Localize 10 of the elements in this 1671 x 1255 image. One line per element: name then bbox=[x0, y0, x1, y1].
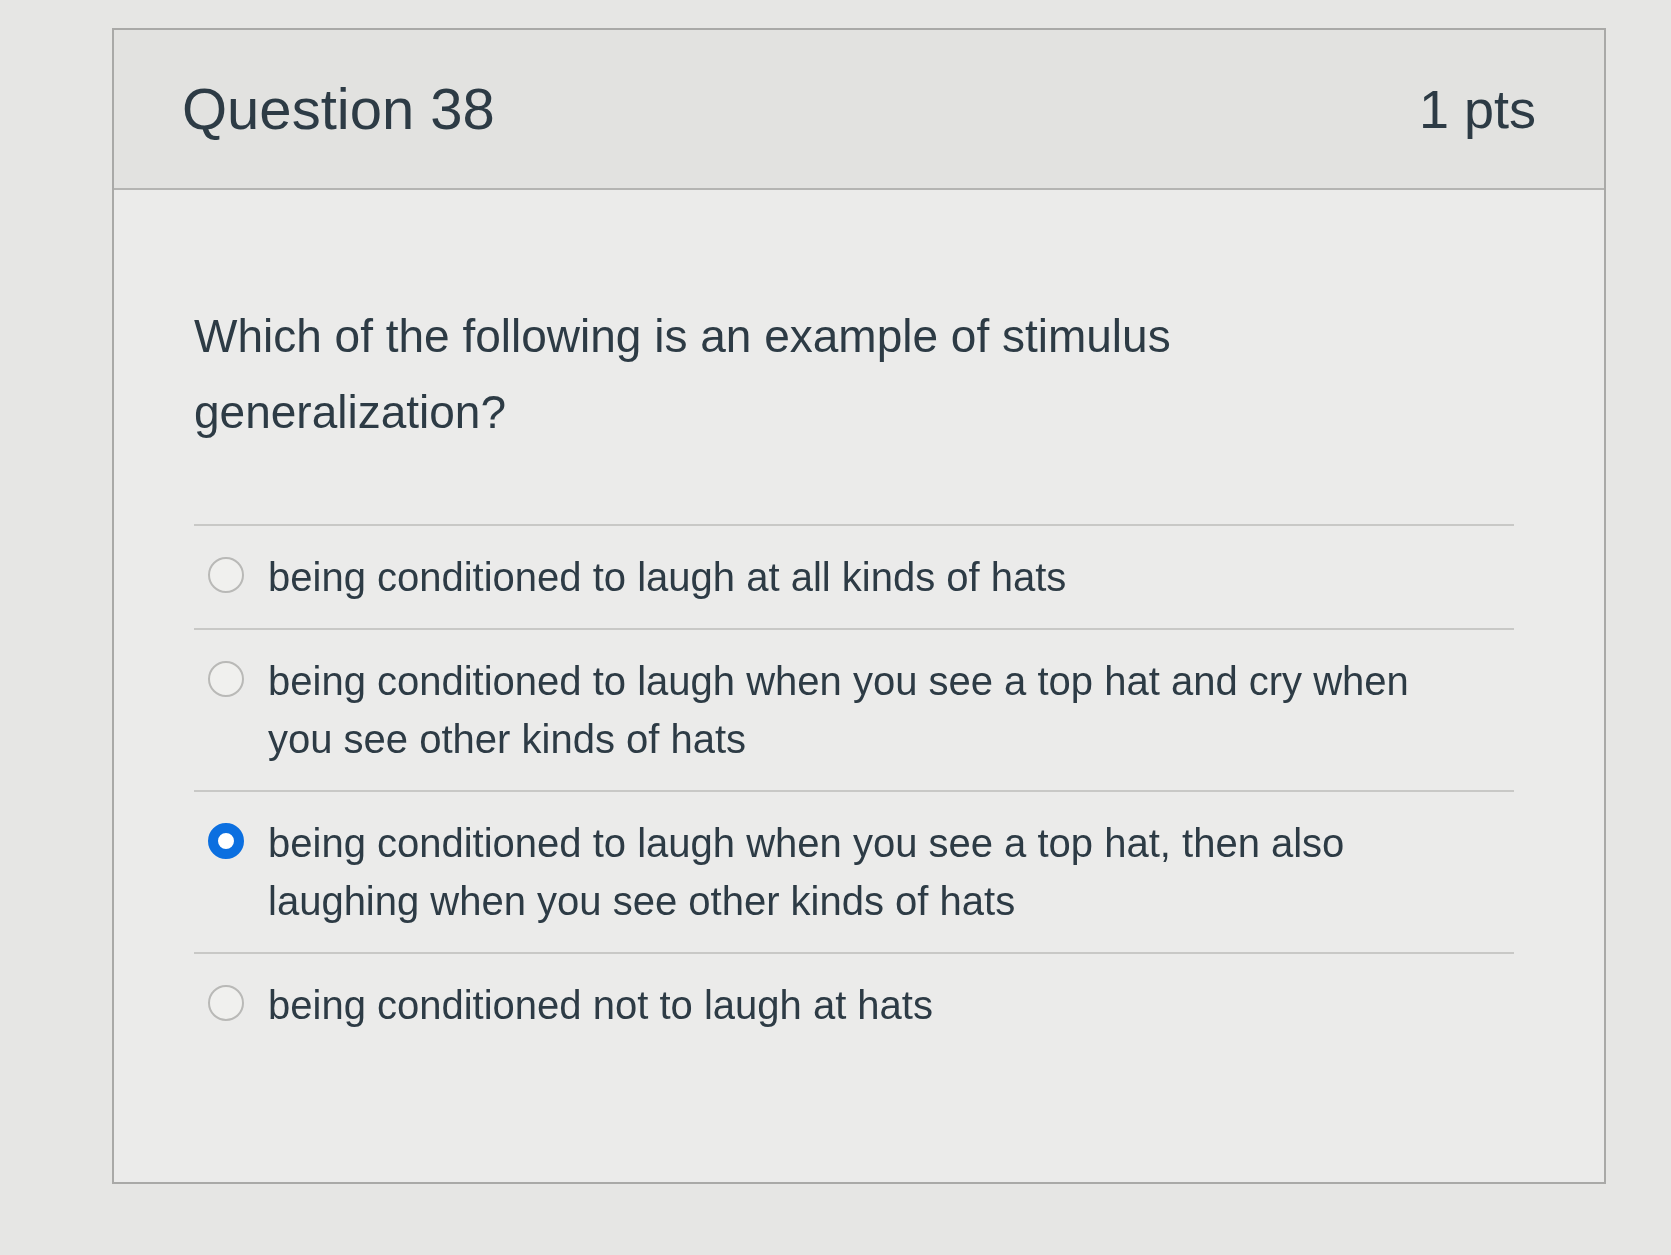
radio-button[interactable] bbox=[208, 557, 244, 593]
radio-button[interactable] bbox=[208, 661, 244, 697]
question-title: Question 38 bbox=[182, 80, 495, 138]
answer-option[interactable]: being conditioned not to laugh at hats bbox=[268, 976, 1438, 1034]
question-text: Which of the following is an example of stimulus generalization? bbox=[194, 309, 1172, 440]
answer-option[interactable]: being conditioned to laugh at all kinds of hats bbox=[268, 548, 1438, 606]
answer-option[interactable]: being conditioned to laugh when you see a top hat and cry when you see other kinds of hats bbox=[268, 652, 1438, 768]
radio-button[interactable] bbox=[208, 823, 244, 859]
answer-option[interactable]: being conditioned to laugh when you see a top hat, then also laughing when you see other kinds of hats bbox=[268, 814, 1438, 930]
radio-button[interactable] bbox=[208, 985, 244, 1021]
